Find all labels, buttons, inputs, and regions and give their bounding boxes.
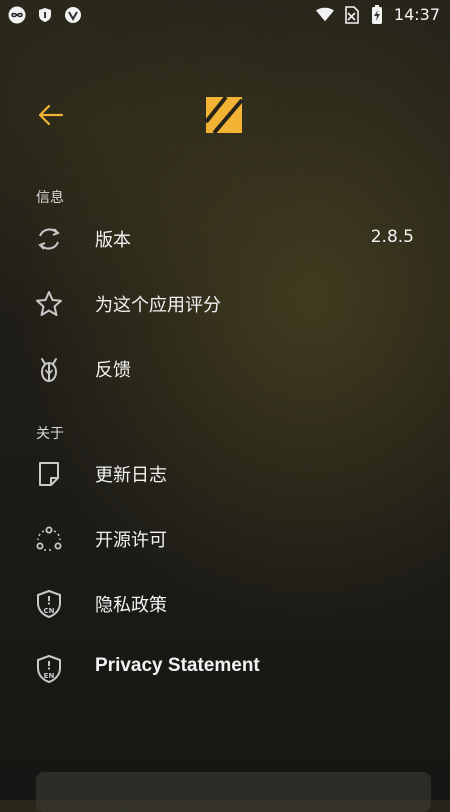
star-icon [34, 289, 64, 319]
bug-icon [34, 354, 64, 384]
row-label-privacy-statement: Privacy Statement [95, 655, 260, 676]
row-label-privacy-policy: 隐私政策 [95, 595, 167, 616]
row-privacy-policy[interactable]: CN 隐私政策 [0, 571, 450, 635]
row-label-open-source: 开源许可 [95, 530, 167, 551]
row-changelog[interactable]: 更新日志 [0, 441, 450, 505]
no-sim-icon [342, 5, 360, 24]
app-logo-icon [204, 95, 244, 135]
row-version[interactable]: 版本 2.8.5 [0, 206, 450, 270]
row-label-feedback: 反馈 [95, 360, 131, 381]
row-feedback[interactable]: 反馈 [0, 336, 450, 400]
privacy-en-icon: EN [34, 654, 64, 684]
status-time: 14:37 [393, 5, 440, 24]
version-value: 2.8.5 [370, 227, 414, 247]
row-label-rate: 为这个应用评分 [95, 295, 221, 316]
row-privacy-statement[interactable]: EN Privacy Statement [0, 636, 450, 700]
back-button[interactable] [36, 100, 66, 130]
bottom-card [36, 772, 431, 812]
v-shield-icon [64, 6, 82, 24]
battery-icon [368, 4, 386, 24]
open-source-icon [34, 524, 64, 554]
row-label-changelog: 更新日志 [95, 465, 167, 486]
privacy-en-badge: EN [44, 672, 55, 680]
arrow-left-icon [38, 104, 64, 126]
note-icon [34, 459, 64, 489]
section-title-about: 关于 [36, 426, 64, 442]
status-bar: 14:37 [0, 0, 450, 30]
privacy-cn-icon: CN [34, 589, 64, 619]
shield-icon [36, 6, 54, 24]
row-rate-app[interactable]: 为这个应用评分 [0, 271, 450, 335]
row-open-source[interactable]: 开源许可 [0, 506, 450, 570]
wifi-icon [315, 6, 334, 24]
row-label-version: 版本 [95, 230, 131, 251]
privacy-cn-badge: CN [44, 607, 55, 615]
section-title-info: 信息 [36, 190, 64, 206]
sync-icon [34, 224, 64, 254]
infinity-icon [8, 6, 26, 24]
